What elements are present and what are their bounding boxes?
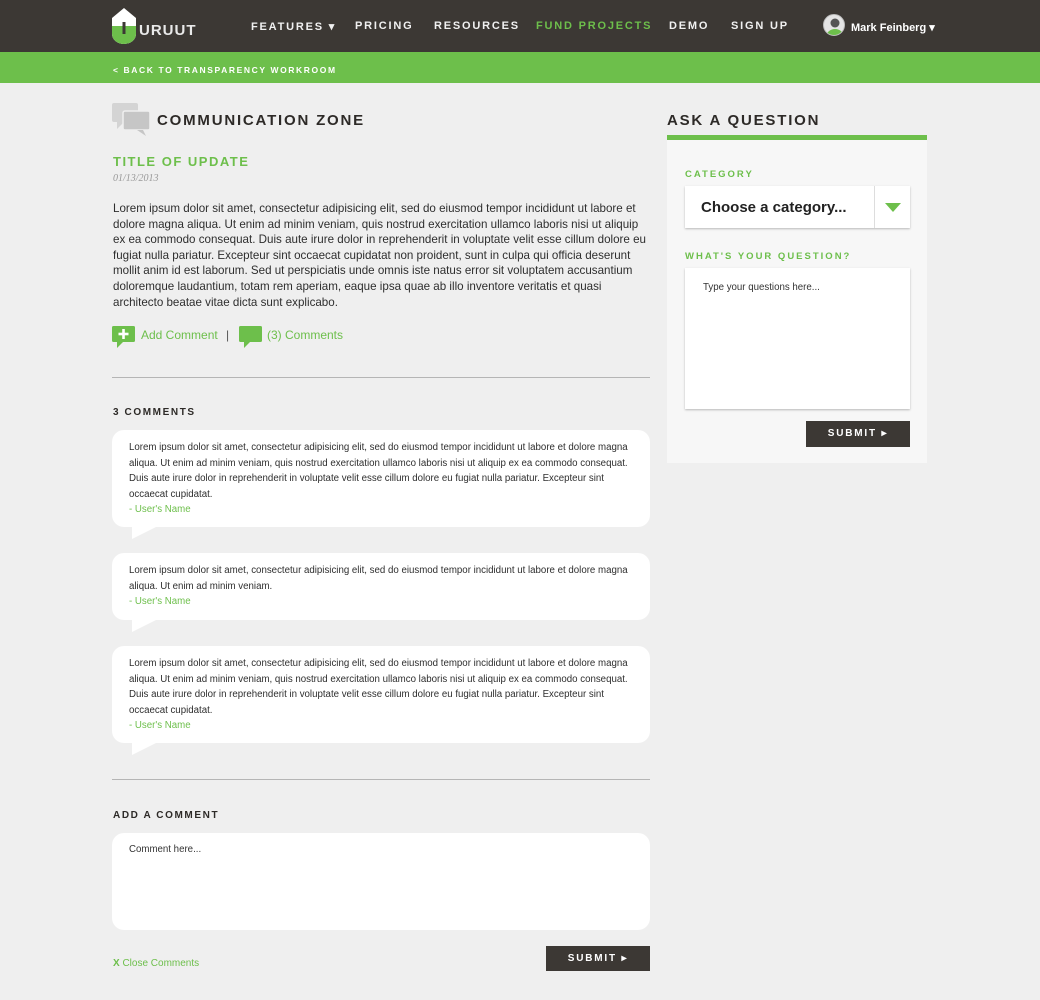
question-textarea[interactable]: Type your questions here... — [685, 268, 910, 409]
nav-fund-projects[interactable]: FUND PROJECTS — [536, 20, 652, 32]
category-select[interactable]: Choose a category... — [685, 186, 910, 228]
close-comments-label: Close Comments — [119, 958, 200, 969]
comment-item: Lorem ipsum dolor sit amet, consectetur … — [112, 553, 650, 632]
comment-text: Lorem ipsum dolor sit amet, consectetur … — [129, 565, 628, 592]
comment-text: Lorem ipsum dolor sit amet, consectetur … — [129, 658, 628, 716]
comment-text: Lorem ipsum dolor sit amet, consectetur … — [129, 442, 628, 500]
update-date: 01/13/2013 — [113, 173, 159, 184]
comment-author[interactable]: - User's Name — [129, 718, 633, 734]
logo-text: URUUT — [139, 22, 197, 39]
bubble-tail — [132, 526, 158, 539]
bubble-tail — [132, 619, 158, 632]
comment-author[interactable]: - User's Name — [129, 502, 633, 518]
comment-item: Lorem ipsum dolor sit amet, consectetur … — [112, 430, 650, 539]
comments-heading: 3 COMMENTS — [113, 407, 196, 418]
ask-question-title: ASK A QUESTION — [667, 112, 821, 129]
comment-item: Lorem ipsum dolor sit amet, consectetur … — [112, 646, 650, 755]
add-comment-icon — [112, 326, 135, 348]
breadcrumb-bar: < BACK TO TRANSPARENCY WORKROOM — [0, 52, 1040, 83]
comment-textarea[interactable]: Comment here... — [112, 833, 650, 930]
logo[interactable]: URUUT — [112, 8, 196, 44]
action-separator: | — [226, 328, 230, 342]
top-navigation: URUUT FEATURES ▾ PRICING RESOURCES FUND … — [0, 0, 1040, 52]
speech-bubbles-icon — [112, 103, 151, 136]
back-to-workroom-link[interactable]: < BACK TO TRANSPARENCY WORKROOM — [113, 65, 337, 75]
select-separator — [874, 186, 875, 228]
submit-comment-button[interactable]: SUBMIT ▸ — [546, 946, 650, 971]
uruut-logo-icon — [112, 8, 136, 44]
user-name: Mark Feinberg ▾ — [851, 22, 935, 34]
update-body: Lorem ipsum dolor sit amet, consectetur … — [113, 202, 646, 309]
category-label: CATEGORY — [685, 169, 754, 180]
comment-author[interactable]: - User's Name — [129, 594, 633, 610]
add-comment-label: Add Comment — [141, 328, 218, 342]
close-x-icon: X — [113, 958, 120, 969]
category-select-value: Choose a category... — [701, 199, 847, 216]
dropdown-arrow-icon — [885, 203, 901, 212]
comments-icon — [239, 326, 262, 348]
add-comment-heading: ADD A COMMENT — [113, 810, 220, 821]
divider — [112, 779, 650, 780]
nav-sign-up[interactable]: SIGN UP — [731, 20, 789, 32]
submit-question-button[interactable]: SUBMIT ▸ — [806, 421, 910, 447]
nav-demo[interactable]: DEMO — [669, 20, 709, 32]
question-label: WHAT'S YOUR QUESTION? — [685, 251, 852, 262]
nav-features[interactable]: FEATURES ▾ — [251, 20, 336, 33]
add-comment-button[interactable]: Add Comment — [112, 326, 222, 348]
view-comments-button[interactable]: (3) Comments — [239, 326, 349, 348]
close-comments-link[interactable]: X Close Comments — [113, 958, 199, 969]
user-avatar-icon — [823, 14, 845, 36]
comments-count-label: (3) Comments — [267, 328, 344, 342]
divider — [112, 377, 650, 378]
nav-resources[interactable]: RESOURCES — [434, 20, 520, 32]
nav-pricing[interactable]: PRICING — [355, 20, 413, 32]
update-title: TITLE OF UPDATE — [113, 154, 250, 169]
communication-zone-title: COMMUNICATION ZONE — [157, 112, 365, 129]
bubble-tail — [132, 742, 158, 755]
